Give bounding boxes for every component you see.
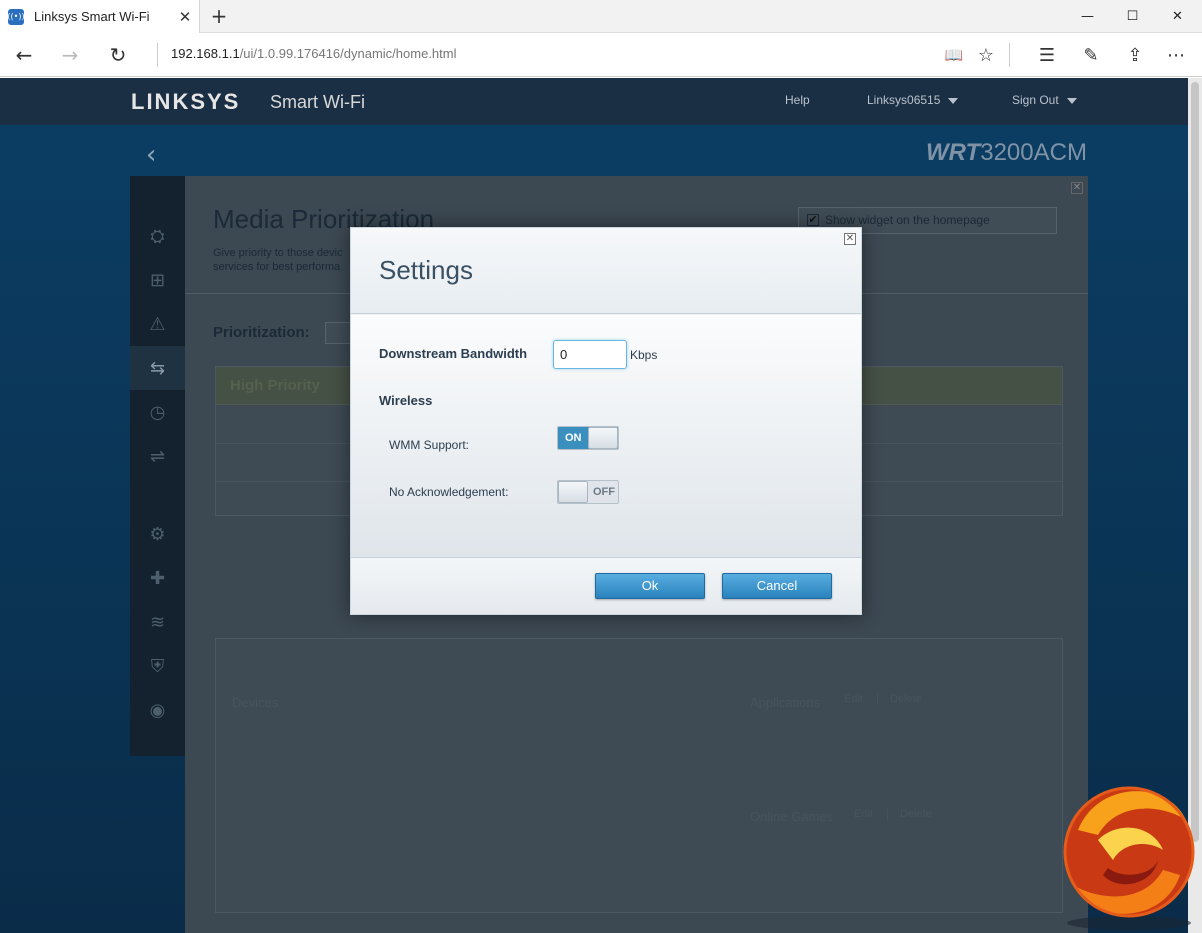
close-icon[interactable]: ✕ (1071, 182, 1083, 194)
maximize-icon[interactable]: ☐ (1110, 0, 1155, 33)
online-games-label: Online Games (750, 809, 834, 824)
applications-edit-link[interactable]: Edit (844, 693, 863, 705)
network-map-icon[interactable]: ⛭ (130, 214, 185, 258)
dialog-header: Settings ✕ (351, 228, 861, 314)
watermark-logo (1063, 786, 1195, 930)
settings-dialog: Settings ✕ Downstream Bandwidth Kbps Wir… (350, 227, 862, 615)
devices-label: Devices (232, 695, 279, 710)
parental-controls-icon[interactable]: ⚠ (130, 302, 185, 346)
tab-title: Linksys Smart Wi-Fi (34, 9, 150, 24)
chevron-down-icon (1066, 97, 1077, 104)
toolbar-separator (1009, 43, 1010, 67)
show-widget-label: Show widget on the homepage (825, 213, 990, 227)
connectivity-gear-icon[interactable]: ⚙ (130, 512, 185, 556)
sign-out-menu[interactable]: Sign Out (1012, 93, 1077, 107)
no-acknowledgement-toggle[interactable]: OFF (557, 480, 619, 504)
toggle-knob (558, 481, 588, 503)
address-path: /ui/1.0.99.176416/dynamic/home.html (239, 46, 457, 61)
normal-priority-list: Devices Applications Edit | Delete Onlin… (215, 638, 1063, 913)
sidebar: ⛭ ⊞ ⚠ ⇆ ◷ ⇌ ⚙ ✚ ≋ ⛨ ◉ (130, 176, 185, 756)
refresh-icon[interactable]: ↻ (96, 33, 140, 77)
back-arrow-icon[interactable]: ‹ (146, 140, 156, 170)
toggle-knob (588, 427, 618, 449)
usb-storage-icon[interactable]: ⇌ (130, 434, 185, 478)
troubleshooting-icon[interactable]: ✚ (130, 556, 185, 600)
games-delete-link[interactable]: Delete (900, 808, 932, 820)
close-window-icon[interactable]: ✕ (1155, 0, 1200, 33)
bandwidth-unit: Kbps (630, 348, 658, 362)
wireless-section-title: Wireless (379, 393, 433, 408)
help-link[interactable]: Help (785, 93, 810, 107)
hub-icon[interactable]: ☰ (1027, 33, 1067, 77)
guest-access-icon[interactable]: ⊞ (130, 258, 185, 302)
close-icon[interactable]: ✕ (844, 233, 856, 245)
downstream-bandwidth-input[interactable] (553, 340, 627, 369)
toggle-state: ON (565, 432, 582, 444)
address-bar[interactable]: 192.168.1.1/ui/1.0.99.176416/dynamic/hom… (171, 46, 457, 61)
address-host: 192.168.1.1 (171, 46, 240, 61)
minimize-icon[interactable]: — (1065, 0, 1110, 33)
close-tab-icon[interactable]: ✕ (177, 8, 193, 26)
chevron-down-icon (948, 97, 959, 104)
media-prioritization-icon[interactable]: ⇆ (130, 346, 185, 390)
security-shield-icon[interactable]: ⛨ (130, 644, 185, 688)
share-icon[interactable]: ⇪ (1115, 33, 1155, 77)
browser-titlebar: ((•)) Linksys Smart Wi-Fi ✕ + — ☐ ✕ (0, 0, 1202, 33)
ok-button[interactable]: Ok (595, 573, 705, 599)
model-prefix: WRT (926, 139, 981, 166)
linksys-logo-sub: Smart Wi-Fi (270, 92, 365, 112)
linksys-logo: LINKSYS (131, 89, 241, 114)
dialog-body: Downstream Bandwidth Kbps Wireless WMM S… (351, 315, 861, 557)
back-icon[interactable]: ← (2, 33, 46, 77)
applications-label: Applications (750, 695, 821, 710)
web-note-icon[interactable]: ✎ (1071, 33, 1111, 77)
downstream-bandwidth-label: Downstream Bandwidth (379, 346, 528, 361)
browser-tab[interactable]: ((•)) Linksys Smart Wi-Fi ✕ (0, 0, 200, 33)
applications-delete-link[interactable]: Delete (890, 693, 922, 705)
link-separator: | (876, 693, 879, 705)
wifi-favicon-icon: ((•)) (7, 8, 25, 25)
dialog-footer: Ok Cancel (351, 557, 861, 614)
wireless-icon[interactable]: ≋ (130, 600, 185, 644)
router-model: WRT3200ACM (926, 139, 1087, 167)
page-description: Give priority to those devic services fo… (213, 247, 343, 273)
toggle-state: OFF (593, 486, 615, 498)
scrollbar-thumb[interactable] (1191, 82, 1199, 842)
favorite-star-icon[interactable]: ☆ (966, 33, 1006, 77)
address-separator (157, 43, 158, 67)
link-separator: | (886, 808, 889, 820)
speed-test-icon[interactable]: ◷ (130, 390, 185, 434)
games-edit-link[interactable]: Edit (854, 808, 873, 820)
wmm-support-toggle[interactable]: ON (557, 426, 619, 450)
account-name: Linksys06515 (867, 93, 941, 107)
no-acknowledgement-label: No Acknowledgement: (389, 485, 509, 499)
browser-navbar: ← → ↻ 192.168.1.1/ui/1.0.99.176416/dynam… (0, 33, 1202, 77)
prioritization-label: Prioritization: (213, 324, 310, 341)
account-menu[interactable]: Linksys06515 (867, 93, 959, 107)
high-priority-title: High Priority (230, 377, 321, 394)
forward-icon[interactable]: → (48, 33, 92, 77)
new-tab-icon[interactable]: + (207, 4, 231, 28)
sign-out-label: Sign Out (1012, 93, 1059, 107)
checkmark-icon: ✔ (807, 213, 819, 226)
wmm-support-label: WMM Support: (389, 438, 470, 452)
more-icon[interactable]: ⋯ (1156, 33, 1196, 77)
dialog-title: Settings (379, 255, 473, 285)
linksys-header: LINKSYS Smart Wi-Fi Help Linksys06515 Si… (0, 78, 1188, 125)
model-suffix: 3200ACM (980, 139, 1087, 166)
cancel-button[interactable]: Cancel (722, 573, 832, 599)
openvpn-icon[interactable]: ◉ (130, 688, 185, 732)
